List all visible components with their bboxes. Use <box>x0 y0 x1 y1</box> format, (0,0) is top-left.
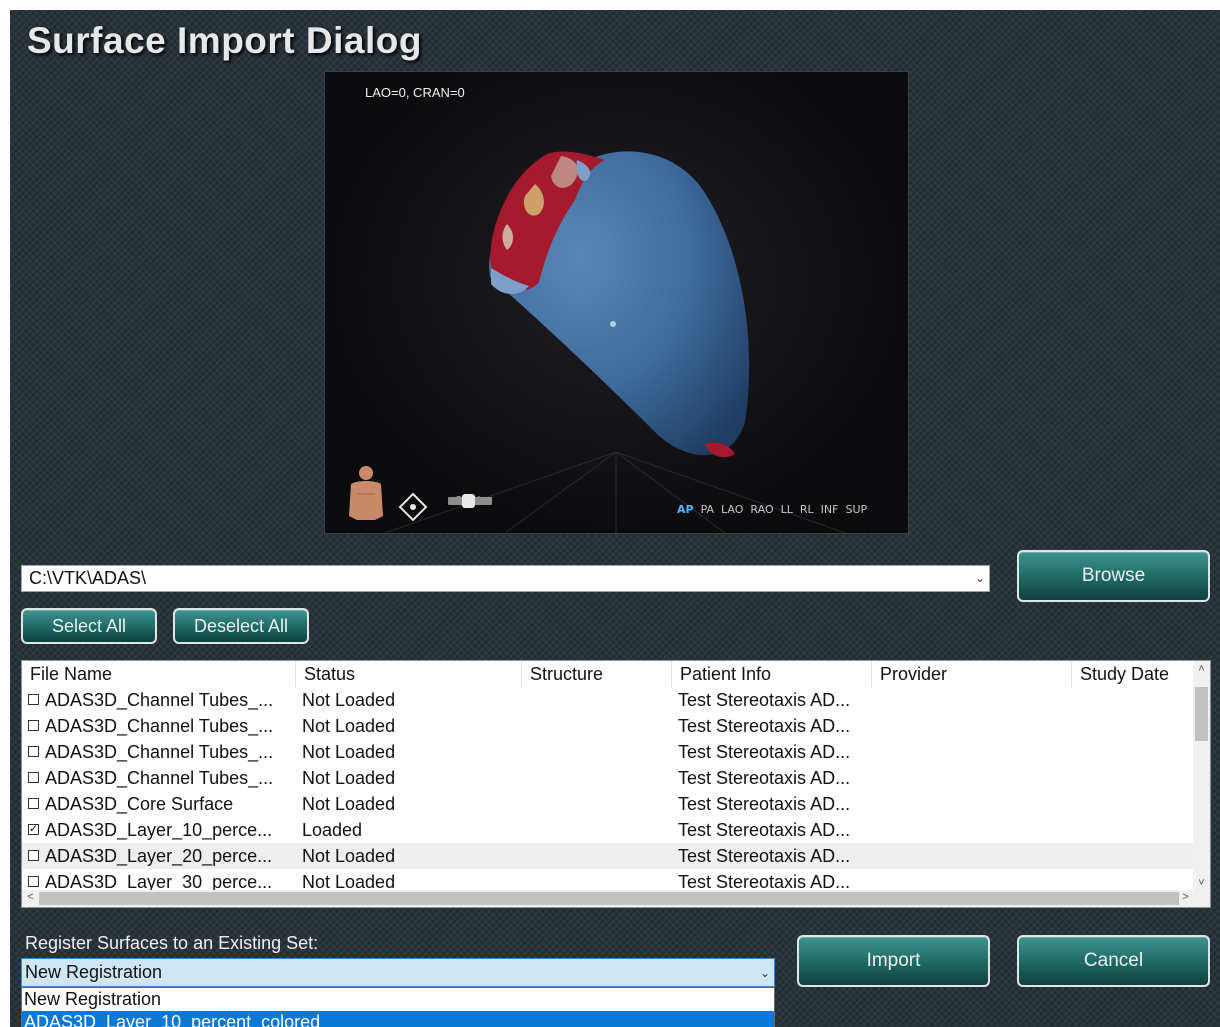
horizontal-scrollbar[interactable]: ˂ ˃ <box>22 890 1194 907</box>
cell-status: Not Loaded <box>302 690 396 710</box>
rotate-navigation-icon[interactable] <box>398 492 428 522</box>
cell-file: ADAS3D_Channel Tubes_... <box>45 716 274 736</box>
column-header-study-date[interactable]: Study Date <box>1072 661 1194 687</box>
column-header-structure[interactable]: Structure <box>522 661 672 687</box>
dialog-title: Surface Import Dialog <box>27 20 422 61</box>
view-preset-buttons: AP PA LAO RAO LL RL INF SUP <box>677 503 867 516</box>
cell-status: Not Loaded <box>302 716 396 736</box>
row-checkbox[interactable]: ✓ <box>28 824 39 835</box>
table-row[interactable]: ADAS3D_Channel Tubes_... Not Loaded Test S… <box>22 687 1194 713</box>
table-row[interactable]: ADAS3D_Channel Tubes_... Not Loaded Test S… <box>22 713 1194 739</box>
vertical-scrollbar[interactable]: ˄ ˅ <box>1193 661 1210 891</box>
column-header-file-name[interactable]: File Name <box>22 661 296 687</box>
cell-patient: Test Stereotaxis AD... <box>678 820 851 840</box>
cell-status: Loaded <box>302 820 363 840</box>
orientation-label: LAO=0, CRAN=0 <box>365 85 465 100</box>
view-button-ll[interactable]: LL <box>781 503 793 516</box>
path-value: C:\VTK\ADAS\ <box>29 568 147 588</box>
registration-combobox[interactable]: New Registration ⌄ <box>21 958 775 987</box>
view-button-rl[interactable]: RL <box>800 503 814 516</box>
cell-file: ADAS3D_Channel Tubes_... <box>45 768 274 788</box>
chevron-down-icon[interactable]: ⌄ <box>975 566 985 591</box>
registration-option-highlighted[interactable]: ADAS3D_Layer_10_percent_colored <box>22 1011 774 1027</box>
surface-file-table[interactable]: File Name Status Structure Patient Info … <box>21 660 1211 908</box>
scroll-down-icon[interactable]: ˅ <box>1193 877 1210 889</box>
path-combobox[interactable]: C:\VTK\ADAS\ ⌄ <box>21 565 990 592</box>
table-row[interactable]: ✓ ADAS3D_Layer_10_perce... Loaded Test Ster… <box>22 817 1194 843</box>
vertical-scroll-thumb[interactable] <box>1195 687 1208 741</box>
table-row[interactable]: ADAS3D_Channel Tubes_... Not Loaded Test S… <box>22 739 1194 765</box>
cell-status: Not Loaded <box>302 742 396 762</box>
browse-button[interactable]: Browse <box>1017 550 1210 602</box>
select-all-button[interactable]: Select All <box>21 608 157 644</box>
cell-file: ADAS3D_Layer_20_perce... <box>45 846 273 866</box>
view-button-lao[interactable]: LAO <box>721 503 743 516</box>
row-checkbox[interactable] <box>28 876 39 887</box>
cell-status: Not Loaded <box>302 794 396 814</box>
row-checkbox[interactable] <box>28 746 39 757</box>
cell-patient: Test Stereotaxis AD... <box>678 846 851 866</box>
scroll-left-icon[interactable]: ˂ <box>22 891 39 903</box>
cell-patient: Test Stereotaxis AD... <box>678 716 851 736</box>
view-button-inf[interactable]: INF <box>821 503 839 516</box>
column-header-provider[interactable]: Provider <box>872 661 1072 687</box>
cell-patient: Test Stereotaxis AD... <box>678 794 851 814</box>
chevron-down-icon[interactable]: ⌄ <box>760 960 770 987</box>
column-header-status[interactable]: Status <box>296 661 522 687</box>
row-checkbox[interactable] <box>28 694 39 705</box>
row-checkbox[interactable] <box>28 850 39 861</box>
registration-selected: New Registration <box>25 962 163 982</box>
heart-surface-render[interactable] <box>325 72 908 533</box>
cell-status: Not Loaded <box>302 846 396 866</box>
scroll-right-icon[interactable]: ˃ <box>1177 891 1194 903</box>
cancel-button[interactable]: Cancel <box>1017 935 1210 987</box>
view-button-rao[interactable]: RAO <box>750 503 773 516</box>
scrollbar-corner <box>1193 890 1210 907</box>
cell-patient: Test Stereotaxis AD... <box>678 690 851 710</box>
table-row[interactable]: ADAS3D_Layer_20_perce... Not Loaded Test S… <box>22 843 1194 869</box>
scroll-up-icon[interactable]: ˄ <box>1193 663 1210 675</box>
view-button-sup[interactable]: SUP <box>845 503 867 516</box>
surface-import-dialog: Surface Import Dialog LAO=0, CRAN=0 AP P… <box>10 10 1220 1027</box>
registration-label: Register Surfaces to an Existing Set: <box>25 933 319 953</box>
table-row[interactable]: ADAS3D_Channel Tubes_... Not Loaded Test S… <box>22 765 1194 791</box>
3d-viewport[interactable]: LAO=0, CRAN=0 ZOOM APPALAORAOLLRLINFSUP <box>324 71 909 534</box>
cell-file: ADAS3D_Core Surface <box>45 794 234 814</box>
view-button-pa[interactable]: PA <box>701 503 714 516</box>
registration-dropdown-list: New Registration ADAS3D_Layer_10_percent… <box>21 987 775 1027</box>
row-checkbox[interactable] <box>28 720 39 731</box>
cell-patient: Test Stereotaxis AD... <box>678 768 851 788</box>
cell-status: Not Loaded <box>302 768 396 788</box>
view-button-ap[interactable]: AP <box>677 503 694 516</box>
floor-grid <box>384 451 846 533</box>
zoom-slider[interactable] <box>447 494 493 508</box>
table-header: File Name Status Structure Patient Info … <box>22 661 1194 687</box>
row-checkbox[interactable] <box>28 798 39 809</box>
torso-orientation-icon[interactable] <box>345 464 387 522</box>
cell-patient: Test Stereotaxis AD... <box>678 742 851 762</box>
row-checkbox[interactable] <box>28 772 39 783</box>
import-button[interactable]: Import <box>797 935 990 987</box>
cell-file: ADAS3D_Channel Tubes_... <box>45 742 274 762</box>
deselect-all-button[interactable]: Deselect All <box>173 608 309 644</box>
registration-option[interactable]: New Registration <box>22 988 774 1011</box>
column-header-patient-info[interactable]: Patient Info <box>672 661 872 687</box>
cell-file: ADAS3D_Layer_10_perce... <box>45 820 273 840</box>
horizontal-scroll-thumb[interactable] <box>39 892 1179 905</box>
cell-file: ADAS3D_Channel Tubes_... <box>45 690 274 710</box>
table-row[interactable]: ADAS3D_Core Surface Not Loaded Test Stereo… <box>22 791 1194 817</box>
